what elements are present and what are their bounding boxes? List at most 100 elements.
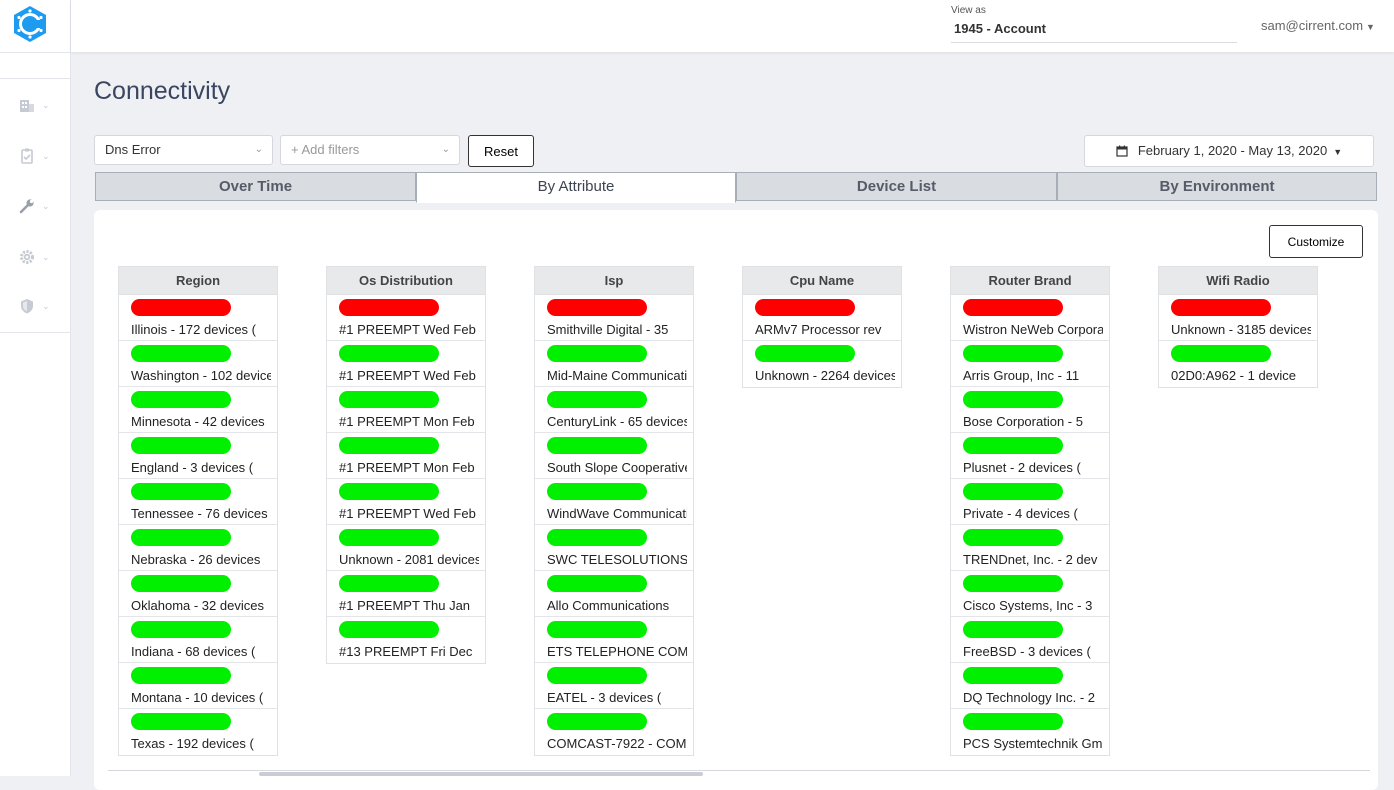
tab-device-list[interactable]: Device List bbox=[736, 172, 1057, 201]
attribute-row[interactable]: SWC TELESOLUTIONS bbox=[535, 525, 693, 571]
status-bar-ok bbox=[963, 713, 1063, 730]
attribute-row[interactable]: Oklahoma - 32 devices bbox=[119, 571, 277, 617]
tab-over-time[interactable]: Over Time bbox=[95, 172, 416, 201]
attribute-column: Cpu Name ARMv7 Processor rev Unknown - 226… bbox=[742, 266, 902, 388]
tab-by-environment[interactable]: By Environment bbox=[1057, 172, 1377, 201]
attribute-row[interactable]: Wistron NeWeb Corporation bbox=[951, 295, 1109, 341]
attribute-row-label: CenturyLink - 65 devices bbox=[547, 414, 687, 429]
status-bar-error bbox=[755, 299, 855, 316]
attribute-row[interactable]: WindWave Communications bbox=[535, 479, 693, 525]
user-menu[interactable]: sam@cirrent.com ▼ bbox=[1261, 18, 1375, 33]
attribute-row[interactable]: CenturyLink - 65 devices bbox=[535, 387, 693, 433]
caret-down-icon: ▼ bbox=[1333, 147, 1343, 157]
date-range-picker[interactable]: February 1, 2020 - May 13, 2020 ▼ bbox=[1084, 135, 1374, 167]
horizontal-scrollbar[interactable] bbox=[259, 772, 703, 776]
attribute-row[interactable]: EATEL - 3 devices ( bbox=[535, 663, 693, 709]
status-bar-ok bbox=[547, 621, 647, 638]
sidebar-item-security[interactable]: ⌄ bbox=[18, 294, 60, 318]
status-bar-ok bbox=[547, 575, 647, 592]
attribute-row[interactable]: #1 PREEMPT Mon Feb bbox=[327, 387, 485, 433]
attribute-row[interactable]: Smithville Digital - 35 bbox=[535, 295, 693, 341]
attribute-row-label: Minnesota - 42 devices bbox=[131, 414, 265, 429]
attribute-row-label: DQ Technology Inc. - 2 bbox=[963, 690, 1095, 705]
attribute-row-label: COMCAST-7922 - COMCAST bbox=[547, 736, 687, 751]
attribute-row-label: #1 PREEMPT Wed Feb bbox=[339, 506, 476, 521]
column-header[interactable]: Wifi Radio bbox=[1159, 267, 1317, 295]
status-bar-ok bbox=[131, 575, 231, 592]
attribute-row[interactable]: DQ Technology Inc. - 2 bbox=[951, 663, 1109, 709]
attribute-row-label: Oklahoma - 32 devices bbox=[131, 598, 264, 613]
attribute-row[interactable]: Nebraska - 26 devices bbox=[119, 525, 277, 571]
attribute-row[interactable]: Mid-Maine Communications bbox=[535, 341, 693, 387]
status-bar-ok bbox=[547, 345, 647, 362]
attribute-row[interactable]: Arris Group, Inc - 11 bbox=[951, 341, 1109, 387]
status-bar-ok bbox=[547, 483, 647, 500]
attribute-row-label: PCS Systemtechnik GmbH bbox=[963, 736, 1103, 751]
horizontal-scroll-track[interactable] bbox=[108, 770, 1370, 771]
attribute-row[interactable]: Illinois - 172 devices ( bbox=[119, 295, 277, 341]
status-bar-ok bbox=[547, 437, 647, 454]
cirrent-logo-icon[interactable] bbox=[13, 5, 47, 43]
attribute-row[interactable]: Plusnet - 2 devices ( bbox=[951, 433, 1109, 479]
attribute-row[interactable]: Cisco Systems, Inc - 3 bbox=[951, 571, 1109, 617]
sidebar-item-settings[interactable]: ⌄ bbox=[18, 245, 60, 269]
attribute-row[interactable]: 02D0:A962 - 1 device bbox=[1159, 341, 1317, 387]
status-bar-ok bbox=[339, 575, 439, 592]
attribute-row[interactable]: Unknown - 2264 devices bbox=[743, 341, 901, 387]
attribute-row[interactable]: Bose Corporation - 5 bbox=[951, 387, 1109, 433]
reset-button[interactable]: Reset bbox=[468, 135, 534, 167]
attribute-row-label: Unknown - 2081 devices bbox=[339, 552, 479, 567]
attribute-row[interactable]: FreeBSD - 3 devices ( bbox=[951, 617, 1109, 663]
attribute-row[interactable]: COMCAST-7922 - COMCAST bbox=[535, 709, 693, 755]
column-header[interactable]: Region bbox=[119, 267, 277, 295]
attribute-row[interactable]: TRENDnet, Inc. - 2 dev bbox=[951, 525, 1109, 571]
attribute-row[interactable]: Montana - 10 devices ( bbox=[119, 663, 277, 709]
attribute-row-label: Washington - 102 devices bbox=[131, 368, 271, 383]
column-header[interactable]: Cpu Name bbox=[743, 267, 901, 295]
attribute-row[interactable]: #1 PREEMPT Wed Feb bbox=[327, 295, 485, 341]
attribute-row[interactable]: PCS Systemtechnik GmbH bbox=[951, 709, 1109, 755]
chevron-down-icon: ⌄ bbox=[42, 150, 50, 161]
attribute-row[interactable]: Washington - 102 devices bbox=[119, 341, 277, 387]
attribute-row-label: Smithville Digital - 35 bbox=[547, 322, 669, 337]
attribute-row[interactable]: Allo Communications bbox=[535, 571, 693, 617]
add-filters-select[interactable]: + Add filters ⌄ bbox=[280, 135, 460, 165]
top-bar: View as 1945 - Account sam@cirrent.com ▼ bbox=[71, 0, 1394, 52]
attribute-row[interactable]: Minnesota - 42 devices bbox=[119, 387, 277, 433]
attribute-column: Region Illinois - 172 devices ( Washington… bbox=[118, 266, 278, 756]
column-header[interactable]: Router Brand bbox=[951, 267, 1109, 295]
chevron-down-icon: ⌄ bbox=[254, 144, 263, 155]
attribute-row[interactable]: Unknown - 2081 devices bbox=[327, 525, 485, 571]
sidebar-item-tools[interactable]: ⌄ bbox=[18, 194, 60, 218]
view-as-account-select[interactable]: 1945 - Account bbox=[951, 20, 1237, 43]
attribute-row[interactable]: #13 PREEMPT Fri Dec bbox=[327, 617, 485, 663]
attribute-row[interactable]: Tennessee - 76 devices bbox=[119, 479, 277, 525]
status-bar-ok bbox=[131, 437, 231, 454]
sidebar-item-buildings[interactable]: ⌄ bbox=[18, 93, 60, 117]
attribute-row[interactable]: Indiana - 68 devices ( bbox=[119, 617, 277, 663]
attribute-row[interactable]: England - 3 devices ( bbox=[119, 433, 277, 479]
status-bar-ok bbox=[963, 621, 1063, 638]
attribute-row[interactable]: #1 PREEMPT Wed Feb bbox=[327, 341, 485, 387]
user-email: sam@cirrent.com bbox=[1261, 18, 1364, 33]
attribute-row[interactable]: ARMv7 Processor rev bbox=[743, 295, 901, 341]
customize-button[interactable]: Customize bbox=[1269, 225, 1363, 258]
status-bar-ok bbox=[547, 713, 647, 730]
metric-select[interactable]: Dns Error ⌄ bbox=[94, 135, 273, 165]
attribute-row[interactable]: #1 PREEMPT Mon Feb bbox=[327, 433, 485, 479]
attribute-row[interactable]: #1 PREEMPT Thu Jan bbox=[327, 571, 485, 617]
attribute-row-label: Allo Communications bbox=[547, 598, 670, 613]
attribute-row[interactable]: #1 PREEMPT Wed Feb bbox=[327, 479, 485, 525]
tab-by-attribute[interactable]: By Attribute bbox=[416, 172, 736, 203]
attribute-row[interactable]: Texas - 192 devices ( bbox=[119, 709, 277, 755]
attribute-row[interactable]: Private - 4 devices ( bbox=[951, 479, 1109, 525]
status-bar-error bbox=[547, 299, 647, 316]
sidebar-item-clipboard[interactable]: ⌄ bbox=[18, 144, 60, 168]
status-bar-ok bbox=[131, 529, 231, 546]
attribute-row[interactable]: ETS TELEPHONE COMPANY bbox=[535, 617, 693, 663]
attribute-row[interactable]: Unknown - 3185 devices bbox=[1159, 295, 1317, 341]
column-header[interactable]: Isp bbox=[535, 267, 693, 295]
attribute-row[interactable]: South Slope Cooperative bbox=[535, 433, 693, 479]
attribute-row-label: Arris Group, Inc - 11 bbox=[963, 368, 1080, 383]
column-header[interactable]: Os Distribution bbox=[327, 267, 485, 295]
